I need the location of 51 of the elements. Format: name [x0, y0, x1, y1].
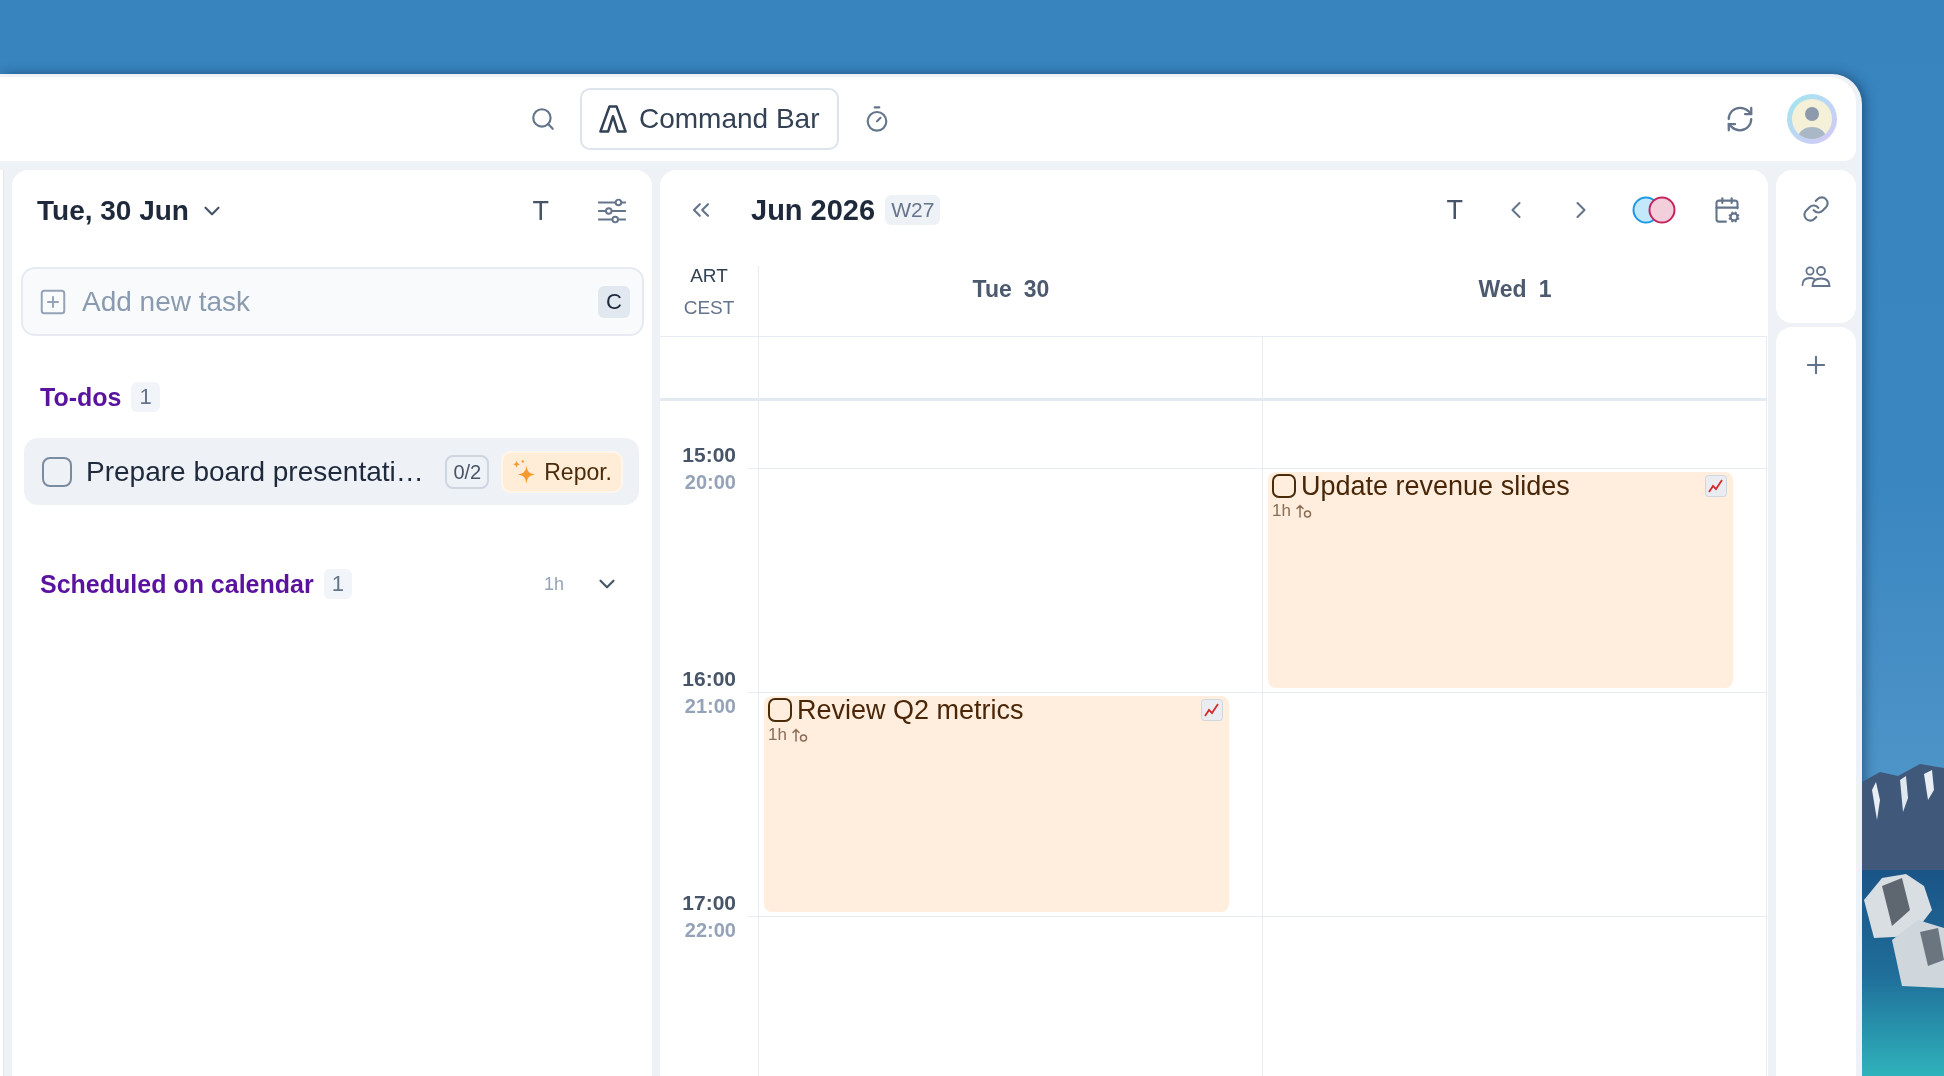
calendar-settings-icon[interactable]	[1713, 196, 1741, 224]
weekday-label: Wed	[1478, 276, 1527, 304]
time-label: 17:00	[682, 890, 736, 916]
timezone-label: CEST	[683, 298, 735, 318]
section-title: To-dos	[40, 382, 122, 412]
today-button[interactable]: T	[1444, 193, 1465, 227]
sync-icon[interactable]	[1725, 104, 1755, 134]
add-task-input[interactable]: Add new task	[82, 283, 584, 320]
sparkle-icon	[511, 458, 538, 485]
add-task-field[interactable]: Add new task C	[21, 267, 644, 336]
week-number: W27	[885, 195, 941, 225]
event-title: Update revenue slides	[1301, 471, 1571, 501]
event-duration: 1h	[1272, 501, 1291, 521]
overlapping-circles-icon[interactable]	[1632, 196, 1676, 224]
date-picker-button[interactable]: Tue, 30 Jun	[37, 194, 225, 228]
task-checkbox[interactable]	[42, 456, 72, 487]
section-count: 1	[131, 382, 160, 412]
link-icon[interactable]	[1802, 195, 1830, 223]
people-icon[interactable]	[1801, 264, 1831, 288]
time-label: 20:00	[684, 470, 736, 495]
timezone-label: ART	[690, 266, 728, 286]
command-bar-button[interactable]: Command Bar	[580, 88, 839, 150]
event-checkbox[interactable]	[768, 698, 792, 722]
chart-icon	[1201, 699, 1223, 721]
time-label: 21:00	[684, 694, 736, 719]
task-title: Prepare board presentati…	[86, 455, 424, 488]
avatar-icon[interactable]	[1787, 94, 1837, 144]
month-title: Jun 2026	[751, 193, 876, 227]
event-title: Review Q2 metrics	[797, 695, 1025, 725]
day-number: 1	[1538, 276, 1552, 304]
search-icon[interactable]	[530, 106, 556, 132]
chart-icon	[1705, 475, 1727, 497]
shortcut-key: C	[598, 285, 630, 318]
event-duration: 1h	[768, 725, 787, 745]
time-label: 15:00	[682, 442, 736, 468]
task-row[interactable]: Prepare board presentati… 0/2 Repor.	[24, 438, 639, 505]
subtask-count: 0/2	[445, 454, 490, 489]
section-title: Scheduled on calendar	[40, 569, 314, 599]
day-number: 30	[1023, 276, 1050, 304]
event-checkbox[interactable]	[1272, 474, 1296, 498]
time-label: 16:00	[682, 666, 736, 692]
time-label: 22:00	[684, 918, 736, 943]
arrow-circle-icon	[790, 727, 809, 743]
sliders-icon[interactable]	[597, 198, 627, 224]
triangle-logo-icon	[599, 105, 627, 133]
today-button[interactable]: T	[530, 194, 551, 228]
tag-label: Repor.	[544, 457, 612, 486]
section-count: 1	[323, 569, 352, 599]
arrow-circle-icon	[1294, 503, 1313, 519]
section-duration: 1h	[543, 573, 564, 595]
weekday-label: Tue	[972, 276, 1012, 304]
